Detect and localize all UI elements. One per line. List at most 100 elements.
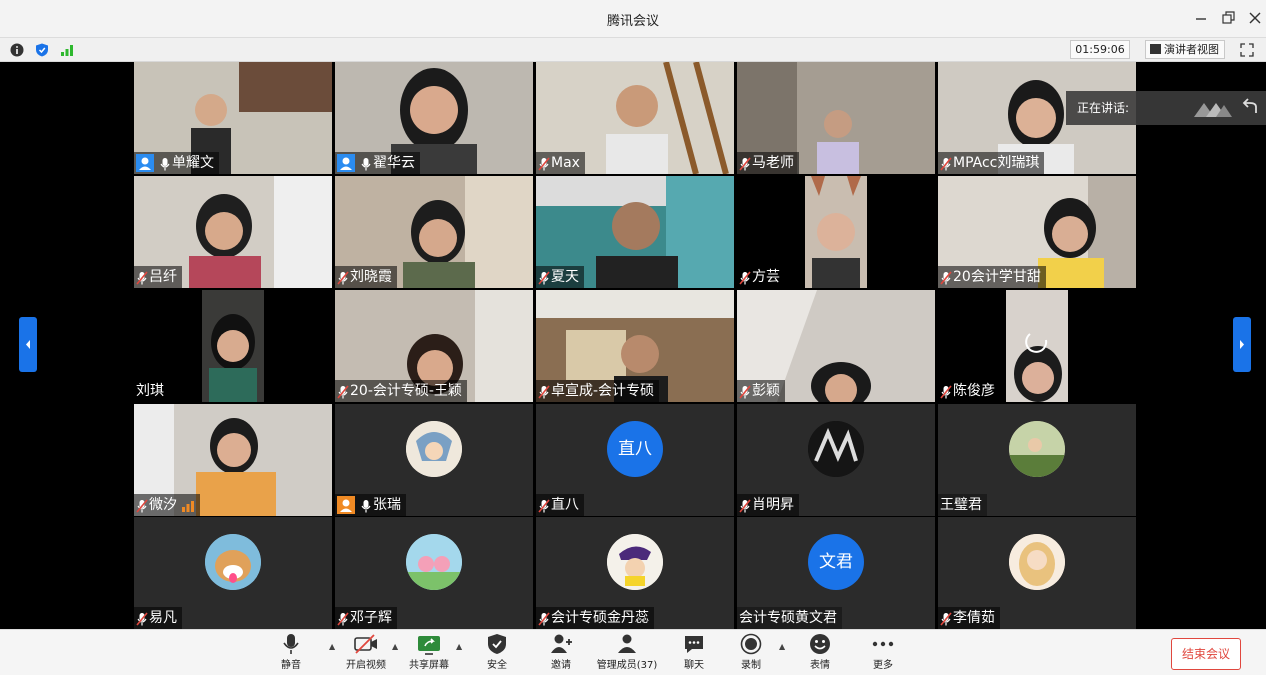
microphone-icon [360, 498, 372, 513]
participant-name-bar: 20会计学甘甜 [938, 266, 1046, 288]
participant-tile[interactable]: 方芸 [737, 176, 935, 288]
mute-button[interactable]: 静音 [275, 633, 307, 671]
microphone-muted-icon [136, 270, 148, 285]
participant-name: 肖明昇 [752, 497, 794, 513]
host-icon [337, 154, 355, 172]
chat-bubble-icon [678, 633, 710, 655]
participant-tile[interactable]: 刘晓霞 [335, 176, 533, 288]
restore-icon[interactable] [1217, 7, 1239, 29]
microphone-muted-icon [739, 498, 751, 513]
participant-tile[interactable]: 20-会计专硕-王颖 [335, 290, 533, 402]
share-screen-label: 共享屏幕 [409, 660, 449, 671]
microphone-muted-icon [337, 611, 349, 626]
microphone-muted-icon [538, 270, 550, 285]
security-shield-icon [480, 633, 514, 655]
participant-name-bar: 单耀文 [134, 152, 219, 174]
participant-name-bar: 刘晓霞 [335, 266, 397, 288]
participant-avatar: 直八 [607, 421, 663, 477]
start-video-button[interactable]: 开启视频 [343, 633, 389, 671]
participant-name: 方芸 [752, 269, 780, 285]
chat-button[interactable]: 聊天 [678, 633, 710, 671]
record-options-caret-icon[interactable]: ▲ [779, 642, 785, 651]
speaker-view-button[interactable]: 演讲者视图 [1145, 40, 1225, 59]
audio-level-icon [181, 498, 195, 512]
participant-tile[interactable]: 单耀文 [134, 62, 332, 174]
speaking-avatars-icon [1194, 98, 1234, 118]
participant-tile[interactable]: 文君 会计专硕黄文君 [737, 517, 935, 629]
participant-tile[interactable]: 张瑞 [335, 404, 533, 516]
microphone-muted-icon [136, 498, 148, 513]
title-bar: 腾讯会议 [0, 0, 1266, 38]
speaking-label: 正在讲话: [1077, 101, 1130, 115]
fullscreen-icon[interactable] [1240, 42, 1254, 57]
microphone-muted-icon [337, 270, 349, 285]
participant-tile[interactable]: 邓子辉 [335, 517, 533, 629]
participant-tile[interactable]: 微汐 [134, 404, 332, 516]
participant-name: 微汐 [149, 497, 177, 513]
participant-tile[interactable]: 彭颖 [737, 290, 935, 402]
microphone-muted-icon [136, 611, 148, 626]
close-icon[interactable] [1244, 7, 1266, 29]
manage-members-label: 管理成员(37) [596, 660, 658, 671]
participant-name: 20-会计专硕-王颖 [350, 383, 462, 399]
previous-page-button[interactable] [19, 317, 37, 372]
microphone-muted-icon [940, 270, 952, 285]
participant-tile[interactable]: 吕纤 [134, 176, 332, 288]
manage-members-button[interactable]: 管理成员(37) [594, 633, 660, 671]
participant-tile[interactable]: 卓宣成-会计专硕 [536, 290, 734, 402]
speaking-indicator: 正在讲话: [1066, 91, 1266, 125]
network-signal-icon[interactable] [60, 42, 74, 56]
emoji-icon [804, 633, 836, 655]
participant-name-bar: 马老师 [737, 152, 799, 174]
minimize-icon[interactable] [1190, 7, 1212, 29]
participant-tile[interactable]: 会计专硕金丹蕊 [536, 517, 734, 629]
participant-tile[interactable]: Max [536, 62, 734, 174]
participant-name-bar: 陈俊彦 [938, 380, 1000, 402]
record-icon [735, 633, 767, 655]
reaction-button[interactable]: 表情 [804, 633, 836, 671]
participant-name: 吕纤 [149, 269, 177, 285]
share-options-caret-icon[interactable]: ▲ [456, 642, 462, 651]
participant-tile[interactable]: 翟华云 [335, 62, 533, 174]
microphone-icon [360, 156, 372, 171]
participant-name: 易凡 [149, 610, 177, 626]
share-screen-button[interactable]: 共享屏幕 [406, 633, 452, 671]
participant-tile[interactable]: 李倩茹 [938, 517, 1136, 629]
participant-tile[interactable]: 马老师 [737, 62, 935, 174]
microphone-icon [275, 633, 307, 655]
end-meeting-button[interactable]: 结束会议 [1171, 638, 1241, 670]
participant-name: 张瑞 [373, 497, 401, 513]
participant-name: 邓子辉 [350, 610, 392, 626]
participant-tile[interactable]: 20会计学甘甜 [938, 176, 1136, 288]
invite-button[interactable]: 邀请 [544, 633, 578, 671]
next-page-button[interactable] [1233, 317, 1251, 372]
mute-options-caret-icon[interactable]: ▲ [329, 642, 335, 651]
participant-tile[interactable]: 直八 直八 [536, 404, 734, 516]
collapse-arrow-icon[interactable] [1236, 91, 1266, 125]
shield-icon[interactable] [35, 42, 49, 57]
more-button[interactable]: 更多 [867, 633, 899, 671]
participant-avatar: 文君 [808, 534, 864, 590]
info-icon[interactable] [10, 42, 24, 57]
video-options-caret-icon[interactable]: ▲ [392, 642, 398, 651]
participant-tile[interactable]: 夏天 [536, 176, 734, 288]
participant-name-bar: 邓子辉 [335, 607, 397, 629]
participant-tile[interactable]: 肖明昇 [737, 404, 935, 516]
meeting-timer: 01:59:06 [1070, 40, 1130, 59]
participant-name-bar: Max [536, 152, 585, 174]
chat-label: 聊天 [684, 660, 704, 671]
participant-tile[interactable]: 易凡 [134, 517, 332, 629]
microphone-muted-icon [538, 498, 550, 513]
participant-tile[interactable]: 陈俊彦 [938, 290, 1136, 402]
microphone-muted-icon [538, 156, 550, 171]
participant-name: 夏天 [551, 269, 579, 285]
share-screen-icon [406, 633, 452, 655]
participant-name: MPAcc刘瑞琪 [953, 155, 1040, 171]
participant-tile[interactable]: 王璧君 [938, 404, 1136, 516]
security-button[interactable]: 安全 [480, 633, 514, 671]
participant-tile[interactable]: 刘琪 [134, 290, 332, 402]
participant-avatar [406, 421, 462, 477]
microphone-muted-icon [337, 384, 349, 399]
record-button[interactable]: 录制 [735, 633, 767, 671]
microphone-muted-icon [739, 156, 751, 171]
